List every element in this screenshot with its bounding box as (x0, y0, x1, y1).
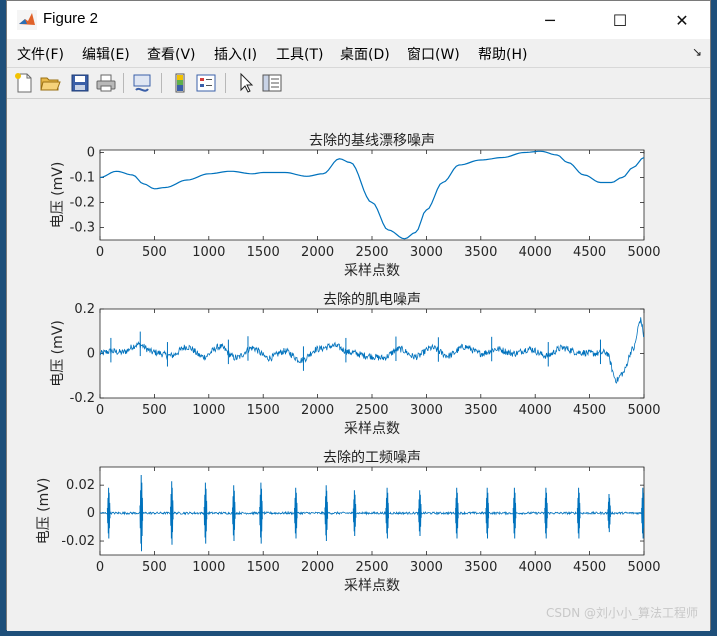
close-icon: ✕ (675, 10, 689, 30)
y-tick-label: -0.2 (70, 196, 95, 211)
y-tick-label: -0.3 (70, 221, 95, 236)
open-file-icon[interactable] (39, 72, 61, 94)
minimize-icon: ─ (545, 10, 555, 30)
x-tick-label: 4000 (519, 403, 552, 418)
x-tick-label: 3000 (410, 403, 443, 418)
x-tick-label: 1000 (192, 245, 225, 260)
x-tick-label: 5000 (627, 245, 660, 260)
x-tick-label: 3500 (464, 560, 497, 575)
figure-plots: 去除的基线漂移噪声 0 500 1000 1500 2000 2500 3000 3500 400… (36, 132, 661, 594)
y-tick-label: 0 (87, 146, 95, 161)
save-icon[interactable] (69, 72, 91, 94)
menu-bar: 文件(F) 编辑(E) 查看(V) 插入(I) 工具(T) 桌面(D) 窗口(W… (7, 39, 710, 67)
x-tick-label: 0 (96, 560, 104, 575)
figure-canvas[interactable]: 去除的基线漂移噪声 0 500 1000 1500 2000 2500 3000 3500 400… (7, 99, 710, 631)
x-tick-label: 3500 (464, 245, 497, 260)
chart-title: 去除的基线漂移噪声 (309, 132, 435, 149)
close-button[interactable]: ✕ (659, 1, 705, 39)
watermark-text: CSDN @刘小小_算法工程师 (545, 606, 698, 620)
y-tick-label: 0 (87, 506, 95, 521)
chart-title: 去除的工频噪声 (323, 450, 421, 466)
x-axis-label: 采样点数 (344, 578, 400, 594)
window-title: Figure 2 (43, 10, 99, 27)
x-tick-label: 2500 (355, 403, 388, 418)
x-tick-label: 1500 (247, 560, 280, 575)
menu-view[interactable]: 查看(V) (147, 44, 196, 64)
menu-insert[interactable]: 插入(I) (214, 44, 257, 64)
menu-desktop[interactable]: 桌面(D) (340, 44, 390, 64)
x-tick-label: 5000 (627, 560, 660, 575)
print-icon[interactable] (95, 72, 117, 94)
x-tick-label: 4500 (573, 560, 606, 575)
x-axis-label: 采样点数 (344, 421, 400, 437)
y-tick-label: 0.02 (66, 478, 95, 493)
menu-window[interactable]: 窗口(W) (407, 44, 460, 64)
title-bar[interactable]: Figure 2 ─ ☐ ✕ (7, 1, 710, 39)
insert-colorbar-icon[interactable] (169, 72, 191, 94)
new-figure-icon[interactable] (13, 72, 35, 94)
insert-legend-icon[interactable] (195, 72, 217, 94)
x-tick-label: 3500 (464, 403, 497, 418)
x-tick-label: 3000 (410, 560, 443, 575)
figure-window: Figure 2 ─ ☐ ✕ 文件(F) 编辑(E) 查看(V) 插入(I) 工… (6, 0, 711, 631)
toolbar (7, 67, 710, 99)
menu-tools[interactable]: 工具(T) (276, 44, 323, 64)
x-tick-label: 2500 (355, 560, 388, 575)
matlab-logo-icon (17, 10, 37, 30)
x-tick-label: 3000 (410, 245, 443, 260)
x-tick-label: 1500 (247, 245, 280, 260)
plot-area (99, 149, 645, 241)
menu-edit[interactable]: 编辑(E) (82, 44, 130, 64)
x-axis-label: 采样点数 (344, 263, 400, 279)
x-tick-label: 500 (142, 403, 167, 418)
axes-3: 去除的工频噪声 0 500 1000 1500 2000 2500 3000 3500 4000 4… (36, 450, 661, 594)
plot-area (99, 466, 645, 556)
axes-1: 去除的基线漂移噪声 0 500 1000 1500 2000 2500 3000 3500 400… (50, 132, 661, 279)
chart-title: 去除的肌电噪声 (323, 292, 421, 308)
plot-area (99, 308, 645, 399)
y-tick-label: -0.2 (70, 391, 95, 406)
x-tick-label: 1500 (247, 403, 280, 418)
y-axis-label: 电压 (mV) (50, 320, 66, 387)
x-tick-label: 4500 (573, 403, 606, 418)
x-tick-label: 4000 (519, 560, 552, 575)
x-tick-label: 1000 (192, 560, 225, 575)
y-axis-label: 电压 (mV) (36, 478, 52, 545)
axes-2: 去除的肌电噪声 0 500 1000 1500 2000 2500 3000 3500 4000 4… (50, 292, 661, 437)
x-tick-label: 0 (96, 403, 104, 418)
x-tick-label: 2500 (355, 245, 388, 260)
x-tick-label: 1000 (192, 403, 225, 418)
x-tick-label: 500 (142, 560, 167, 575)
y-tick-label: -0.02 (61, 534, 95, 549)
property-inspector-icon[interactable] (261, 72, 283, 94)
dock-arrow-icon[interactable]: ↘ (692, 45, 702, 59)
x-tick-label: 2000 (301, 403, 334, 418)
toolbar-separator (225, 73, 226, 93)
link-plot-icon[interactable] (131, 72, 153, 94)
menu-file[interactable]: 文件(F) (17, 44, 64, 64)
x-tick-label: 4000 (519, 245, 552, 260)
y-tick-label: -0.1 (70, 171, 95, 186)
x-tick-label: 0 (96, 245, 104, 260)
x-tick-label: 2000 (301, 245, 334, 260)
toolbar-separator (123, 73, 124, 93)
minimize-button[interactable]: ─ (527, 1, 573, 39)
x-tick-label: 4500 (573, 245, 606, 260)
x-tick-label: 500 (142, 245, 167, 260)
maximize-icon: ☐ (612, 10, 628, 30)
toolbar-separator (161, 73, 162, 93)
y-tick-label: 0 (87, 347, 95, 362)
menu-help[interactable]: 帮助(H) (478, 44, 527, 64)
x-tick-label: 5000 (627, 403, 660, 418)
y-axis-label: 电压 (mV) (50, 162, 66, 229)
maximize-button[interactable]: ☐ (597, 1, 643, 39)
x-tick-label: 2000 (301, 560, 334, 575)
y-tick-label: 0.2 (74, 302, 95, 317)
edit-plot-icon[interactable] (235, 72, 257, 94)
